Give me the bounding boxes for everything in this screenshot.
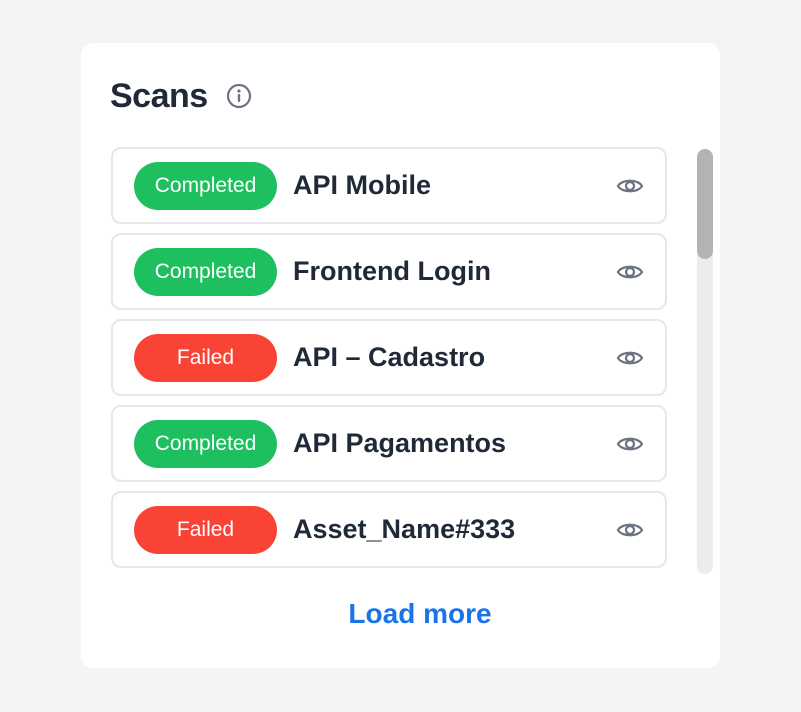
eye-icon[interactable] xyxy=(615,434,645,454)
scan-row[interactable]: Failed API – Cadastro xyxy=(111,319,667,396)
scrollbar[interactable] xyxy=(697,149,713,574)
scan-row[interactable]: Failed Asset_Name#333 xyxy=(111,491,667,568)
scan-name: API Pagamentos xyxy=(293,428,507,458)
scrollbar-thumb[interactable] xyxy=(697,149,713,259)
eye-icon[interactable] xyxy=(615,262,645,282)
scans-panel: Scans Completed API Mobile Completed Fro… xyxy=(81,43,720,668)
scan-name: API – Cadastro xyxy=(293,342,486,372)
scan-row[interactable]: Completed API Pagamentos xyxy=(111,405,667,482)
status-badge: Completed xyxy=(134,419,277,468)
scan-list: Completed API Mobile Completed Frontend … xyxy=(111,147,667,577)
scan-name: Frontend Login xyxy=(293,256,491,286)
load-more-button[interactable]: Load more xyxy=(81,598,759,630)
eye-icon[interactable] xyxy=(615,176,645,196)
status-badge: Failed xyxy=(134,333,277,382)
panel-title: Scans xyxy=(110,76,208,115)
eye-icon[interactable] xyxy=(615,348,645,368)
status-badge: Completed xyxy=(134,161,277,210)
scan-row[interactable]: Completed Frontend Login xyxy=(111,233,667,310)
status-badge: Failed xyxy=(134,505,277,554)
info-icon[interactable] xyxy=(226,83,252,109)
scan-row[interactable]: Completed API Mobile xyxy=(111,147,667,224)
scan-name: API Mobile xyxy=(293,170,432,200)
eye-icon[interactable] xyxy=(615,520,645,540)
scan-name: Asset_Name#333 xyxy=(293,514,516,544)
status-badge: Completed xyxy=(134,247,277,296)
panel-header: Scans xyxy=(110,75,252,117)
